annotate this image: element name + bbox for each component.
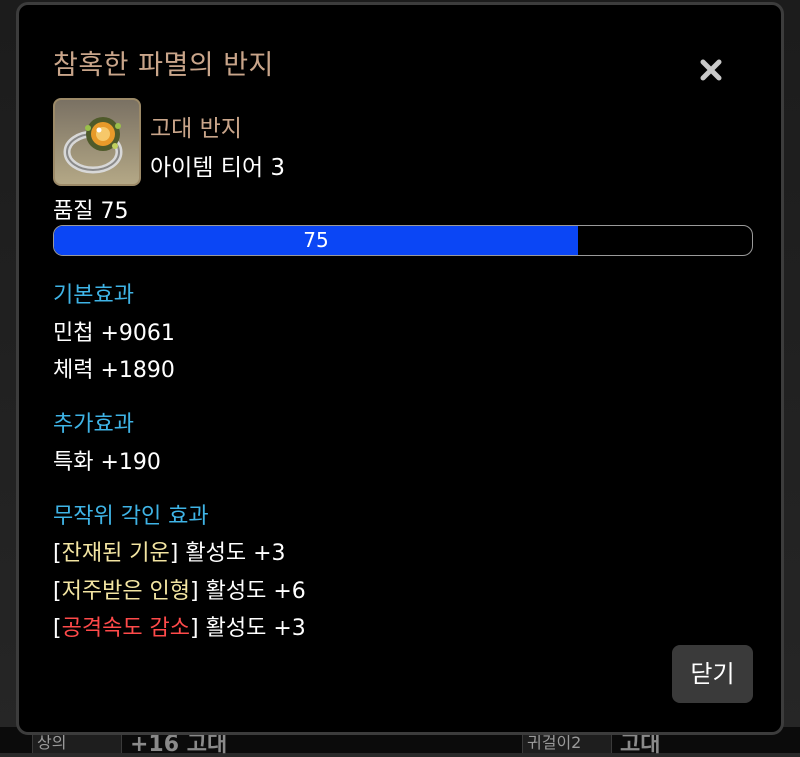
background-item-text: 고대 bbox=[620, 732, 661, 757]
basic-effect-line: 민첩 +9061 bbox=[53, 321, 175, 346]
engraving-level: 활성도 +3 bbox=[205, 616, 306, 641]
engraving-name: 공격속도 감소 bbox=[61, 616, 191, 641]
ancient-ring-icon bbox=[53, 98, 141, 186]
extra-effect-line: 특화 +190 bbox=[53, 450, 161, 475]
basic-effect-line: 체력 +1890 bbox=[53, 358, 175, 383]
background-item-label: 귀걸이2 bbox=[527, 733, 582, 752]
engraving-line: [잔재된 기운] 활성도 +3 bbox=[53, 541, 286, 566]
quality-label: 품질 75 bbox=[53, 199, 129, 224]
basic-effects-title: 기본효과 bbox=[53, 283, 134, 308]
background-item-label: 상의 bbox=[37, 733, 67, 752]
item-tier: 아이템 티어 3 bbox=[150, 155, 286, 181]
item-name-title: 참혹한 파멸의 반지 bbox=[53, 50, 274, 81]
extra-effects-title: 추가효과 bbox=[53, 412, 134, 437]
engraving-level: 활성도 +6 bbox=[205, 579, 306, 604]
engraving-name: 잔재된 기운 bbox=[61, 541, 170, 566]
engraving-line: [저주받은 인형] 활성도 +6 bbox=[53, 579, 306, 604]
close-button[interactable]: 닫기 bbox=[672, 645, 753, 703]
engraving-level: 활성도 +3 bbox=[185, 541, 286, 566]
random-engraving-title: 무작위 각인 효과 bbox=[53, 504, 209, 529]
close-x-icon[interactable] bbox=[696, 55, 726, 85]
background-item-text: +16 고대 bbox=[130, 732, 228, 757]
quality-progress-bar: 75 bbox=[53, 225, 753, 256]
engraving-name: 저주받은 인형 bbox=[61, 579, 191, 604]
item-grade: 고대 반지 bbox=[150, 116, 242, 142]
quality-value: 75 bbox=[303, 228, 329, 252]
engraving-line: [공격속도 감소] 활성도 +3 bbox=[53, 616, 306, 641]
item-tooltip-dialog: 참혹한 파멸의 반지 고대 반지 아이템 티어 3 품질 75 75 기본효과 … bbox=[16, 2, 784, 735]
